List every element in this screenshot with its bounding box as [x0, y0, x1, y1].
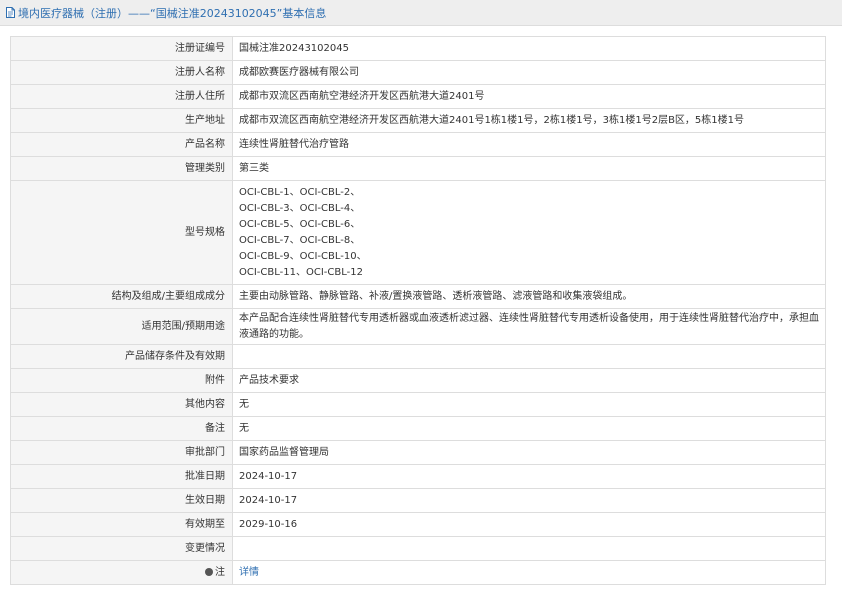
row-value: 无	[232, 416, 826, 441]
note-label: 注	[10, 560, 233, 585]
table-row: 结构及组成/主要组成成分 主要由动脉管路、静脉管路、补液/置换液管路、透析液管路…	[10, 284, 826, 309]
row-label: 注	[215, 566, 225, 578]
table-row: 适用范围/预期用途 本产品配合连续性肾脏替代专用透析器或血液透析滤过器、连续性肾…	[10, 308, 826, 345]
row-label: 批准日期	[10, 464, 233, 489]
table-row: 产品名称 连续性肾脏替代治疗管路	[10, 132, 826, 157]
table-row: 其他内容 无	[10, 392, 826, 417]
table-row: 审批部门 国家药品监督管理局	[10, 440, 826, 465]
row-value: 国家药品监督管理局	[232, 440, 826, 465]
table-row: 生效日期 2024-10-17	[10, 488, 826, 513]
row-label: 生产地址	[10, 108, 233, 133]
document-icon	[6, 7, 15, 18]
row-value: 连续性肾脏替代治疗管路	[232, 132, 826, 157]
row-value: 国械注准20243102045	[232, 36, 826, 61]
row-label: 审批部门	[10, 440, 233, 465]
row-label: 注册人住所	[10, 84, 233, 109]
table-row: 注册证编号 国械注准20243102045	[10, 36, 826, 61]
table-row: 批准日期 2024-10-17	[10, 464, 826, 489]
row-label: 附件	[10, 368, 233, 393]
row-label: 结构及组成/主要组成成分	[10, 284, 233, 309]
row-value: 成都市双流区西南航空港经济开发区西航港大道2401号1栋1楼1号，2栋1楼1号，…	[232, 108, 826, 133]
row-label: 备注	[10, 416, 233, 441]
table-row: 备注 无	[10, 416, 826, 441]
table-row: 附件 产品技术要求	[10, 368, 826, 393]
row-value: 详情	[232, 560, 826, 585]
row-value: 本产品配合连续性肾脏替代专用透析器或血液透析滤过器、连续性肾脏替代专用透析设备使…	[232, 308, 826, 345]
table-row: 注 详情	[10, 560, 826, 585]
table-row: 变更情况	[10, 536, 826, 561]
row-value: 主要由动脉管路、静脉管路、补液/置换液管路、透析液管路、滤液管路和收集液袋组成。	[232, 284, 826, 309]
model-spec-line: OCI-CBL-5、OCI-CBL-6、	[239, 218, 361, 230]
row-label: 有效期至	[10, 512, 233, 537]
row-label: 管理类别	[10, 156, 233, 181]
row-value: 2024-10-17	[232, 464, 826, 489]
row-value: 无	[232, 392, 826, 417]
table-row: 型号规格 OCI-CBL-1、OCI-CBL-2、 OCI-CBL-3、OCI-…	[10, 180, 826, 285]
row-value: 成都欧赛医疗器械有限公司	[232, 60, 826, 85]
table-row: 注册人住所 成都市双流区西南航空港经济开发区西航港大道2401号	[10, 84, 826, 109]
row-label: 型号规格	[10, 180, 233, 285]
row-label: 产品名称	[10, 132, 233, 157]
row-value	[232, 536, 826, 561]
table-row: 管理类别 第三类	[10, 156, 826, 181]
model-spec-line: OCI-CBL-7、OCI-CBL-8、	[239, 234, 361, 246]
page-header: 境内医疗器械（注册）——“国械注准20243102045”基本信息	[0, 0, 842, 26]
table-row: 有效期至 2029-10-16	[10, 512, 826, 537]
device-info-table: 注册证编号 国械注准20243102045 注册人名称 成都欧赛医疗器械有限公司…	[10, 36, 826, 585]
model-spec-line: OCI-CBL-3、OCI-CBL-4、	[239, 202, 361, 214]
table-row: 注册人名称 成都欧赛医疗器械有限公司	[10, 60, 826, 85]
model-spec-line: OCI-CBL-1、OCI-CBL-2、	[239, 186, 361, 198]
row-value: 第三类	[232, 156, 826, 181]
row-value: 2024-10-17	[232, 488, 826, 513]
row-value: 成都市双流区西南航空港经济开发区西航港大道2401号	[232, 84, 826, 109]
row-label: 其他内容	[10, 392, 233, 417]
row-value: 产品技术要求	[232, 368, 826, 393]
model-spec-line: OCI-CBL-11、OCI-CBL-12	[239, 266, 363, 278]
row-label: 注册人名称	[10, 60, 233, 85]
model-spec-line: OCI-CBL-9、OCI-CBL-10、	[239, 250, 367, 262]
row-label: 产品储存条件及有效期	[10, 344, 233, 369]
row-value	[232, 344, 826, 369]
row-label: 适用范围/预期用途	[10, 308, 233, 345]
row-value: 2029-10-16	[232, 512, 826, 537]
row-label: 变更情况	[10, 536, 233, 561]
row-label: 生效日期	[10, 488, 233, 513]
page-title: 境内医疗器械（注册）——“国械注准20243102045”基本信息	[18, 6, 327, 20]
row-label: 注册证编号	[10, 36, 233, 61]
model-spec-list: OCI-CBL-1、OCI-CBL-2、 OCI-CBL-3、OCI-CBL-4…	[232, 180, 826, 285]
table-row: 生产地址 成都市双流区西南航空港经济开发区西航港大道2401号1栋1楼1号，2栋…	[10, 108, 826, 133]
detail-link[interactable]: 详情	[239, 567, 259, 578]
table-row: 产品储存条件及有效期	[10, 344, 826, 369]
bulb-icon	[205, 567, 213, 576]
